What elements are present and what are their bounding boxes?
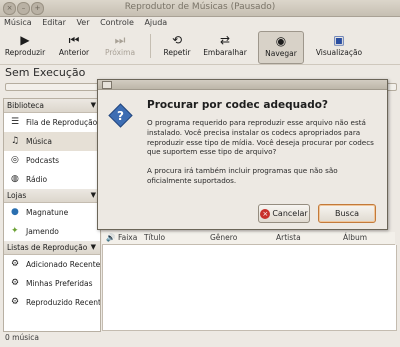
- repeat-icon: ⟲: [171, 33, 183, 47]
- shuffle-label: Embaralhar: [203, 48, 247, 57]
- column-title[interactable]: Título: [144, 232, 165, 244]
- visualization-button[interactable]: ▣ Visualização: [312, 31, 366, 62]
- stores-header-label: Lojas: [7, 191, 27, 200]
- column-album[interactable]: Álbum: [343, 232, 367, 244]
- sidebar-item-label: Música: [26, 137, 52, 146]
- playlists-header[interactable]: Listas de Reprodução ▼: [4, 241, 100, 255]
- now-playing-label: Sem Execução: [5, 66, 86, 79]
- sidebar-item-label: Magnatune: [26, 208, 69, 217]
- sidebar-item-queue[interactable]: ☰ Fila de Reprodução: [4, 113, 100, 132]
- sidebar-item-label: Rádio: [26, 175, 48, 184]
- sidebar: Biblioteca ▼ ☰ Fila de Reprodução ♫ Música …: [3, 98, 101, 332]
- jamendo-icon: ✦: [11, 226, 19, 236]
- playlists-header-label: Listas de Reprodução: [7, 243, 88, 252]
- search-button[interactable]: Busca: [318, 204, 376, 223]
- radio-icon: ◍: [11, 174, 19, 184]
- sidebar-item-magnatune[interactable]: ● Magnatune: [4, 203, 100, 222]
- svg-text:?: ?: [117, 109, 124, 123]
- cancel-button[interactable]: × Cancelar: [258, 204, 310, 223]
- sidebar-item-podcasts[interactable]: ◎ Podcasts: [4, 151, 100, 170]
- sidebar-item-radio[interactable]: ◍ Rádio: [4, 170, 100, 189]
- dialog-heading: Procurar por codec adequado?: [147, 99, 329, 111]
- shuffle-button[interactable]: ⇄ Embaralhar: [201, 31, 249, 62]
- column-genre[interactable]: Gênero: [210, 232, 237, 244]
- dialog-titlebar[interactable]: [98, 80, 387, 90]
- menu-musica[interactable]: Música: [0, 17, 36, 29]
- repeat-label: Repetir: [163, 48, 191, 57]
- visualization-label: Visualização: [315, 48, 363, 57]
- play-label: Reproduzir: [4, 48, 46, 57]
- podcast-icon: ◎: [11, 155, 19, 165]
- play-icon: ▶: [20, 33, 30, 47]
- menu-ver[interactable]: Ver: [72, 17, 93, 29]
- dialog-message: O programa requerido para reproduzir ess…: [147, 118, 374, 157]
- menu-editar[interactable]: Editar: [38, 17, 70, 29]
- queue-icon: ☰: [11, 117, 20, 127]
- toolbar-separator: [150, 34, 151, 58]
- visualization-icon: ▣: [333, 33, 345, 47]
- sidebar-item-music[interactable]: ♫ Música: [4, 132, 100, 151]
- music-icon: ♫: [11, 136, 20, 146]
- collapse-arrow-icon[interactable]: ▼: [91, 99, 96, 112]
- stores-header[interactable]: Lojas ▼: [4, 189, 100, 203]
- tracklist[interactable]: [102, 245, 397, 331]
- sidebar-item-label: Jamendo: [26, 227, 59, 236]
- tracklist-header: 🔊 Faixa Título Gênero Artista Álbum: [102, 232, 395, 245]
- shuffle-icon: ⇄: [219, 33, 231, 47]
- next-label: Próxima: [104, 48, 136, 57]
- menubar: Música Editar Ver Controle Ajuda: [0, 17, 400, 29]
- sidebar-item-recently-played[interactable]: ⚙ Reproduzido Recentemente: [4, 293, 100, 312]
- previous-button[interactable]: ⏮ Anterior: [56, 31, 92, 62]
- cancel-label: Cancelar: [272, 209, 308, 218]
- menu-controle[interactable]: Controle: [96, 17, 138, 29]
- repeat-button[interactable]: ⟲ Repetir: [159, 31, 195, 62]
- status-text: 0 música: [5, 333, 39, 342]
- previous-label: Anterior: [58, 48, 90, 57]
- cancel-icon: ×: [260, 208, 271, 219]
- gear-icon: ⚙: [11, 297, 20, 307]
- codec-dialog: ? Procurar por codec adequado? O program…: [97, 79, 388, 230]
- previous-icon: ⏮: [68, 33, 80, 47]
- sidebar-item-recently-added[interactable]: ⚙ Adicionado Recentemente: [4, 255, 100, 274]
- next-button[interactable]: ⏭ Próxima: [102, 31, 138, 62]
- menu-ajuda[interactable]: Ajuda: [140, 17, 171, 29]
- sidebar-item-jamendo[interactable]: ✦ Jamendo: [4, 222, 100, 241]
- window-titlebar[interactable]: × – + Reprodutor de Músicas (Pausado): [0, 0, 400, 17]
- browse-label: Navegar: [265, 49, 297, 58]
- gear-icon: ⚙: [11, 259, 20, 269]
- search-label: Busca: [334, 209, 360, 218]
- library-header-label: Biblioteca: [7, 101, 45, 110]
- magnatune-icon: ●: [11, 207, 19, 217]
- column-track[interactable]: Faixa: [118, 232, 137, 244]
- sidebar-item-label: Adicionado Recentemente: [26, 260, 100, 269]
- browse-icon: ◉: [275, 34, 287, 48]
- collapse-arrow-icon[interactable]: ▼: [91, 241, 96, 254]
- sidebar-item-label: Podcasts: [26, 156, 60, 165]
- now-playing-column-icon[interactable]: 🔊: [106, 232, 115, 244]
- dialog-body: O programa requerido para reproduzir ess…: [147, 118, 377, 195]
- play-button[interactable]: ▶ Reproduzir: [3, 31, 47, 62]
- browse-button[interactable]: ◉ Navegar: [258, 31, 304, 64]
- sidebar-item-label: Fila de Reprodução: [26, 118, 98, 127]
- toolbar: ▶ Reproduzir ⏮ Anterior ⏭ Próxima ⟲ Repe…: [0, 30, 400, 65]
- sidebar-item-label: Reproduzido Recentemente: [26, 298, 100, 307]
- sidebar-item-label: Minhas Preferidas: [26, 279, 93, 288]
- collapse-arrow-icon[interactable]: ▼: [91, 189, 96, 202]
- dialog-menu-icon[interactable]: [102, 81, 112, 89]
- gear-icon: ⚙: [11, 278, 20, 288]
- column-artist[interactable]: Artista: [276, 232, 301, 244]
- library-header[interactable]: Biblioteca ▼: [4, 99, 100, 113]
- next-icon: ⏭: [114, 33, 126, 47]
- question-icon: ?: [108, 103, 133, 128]
- window-title: Reprodutor de Músicas (Pausado): [124, 2, 276, 12]
- sidebar-item-favorites[interactable]: ⚙ Minhas Preferidas: [4, 274, 100, 293]
- dialog-note: A procura irá também incluir programas q…: [147, 166, 338, 185]
